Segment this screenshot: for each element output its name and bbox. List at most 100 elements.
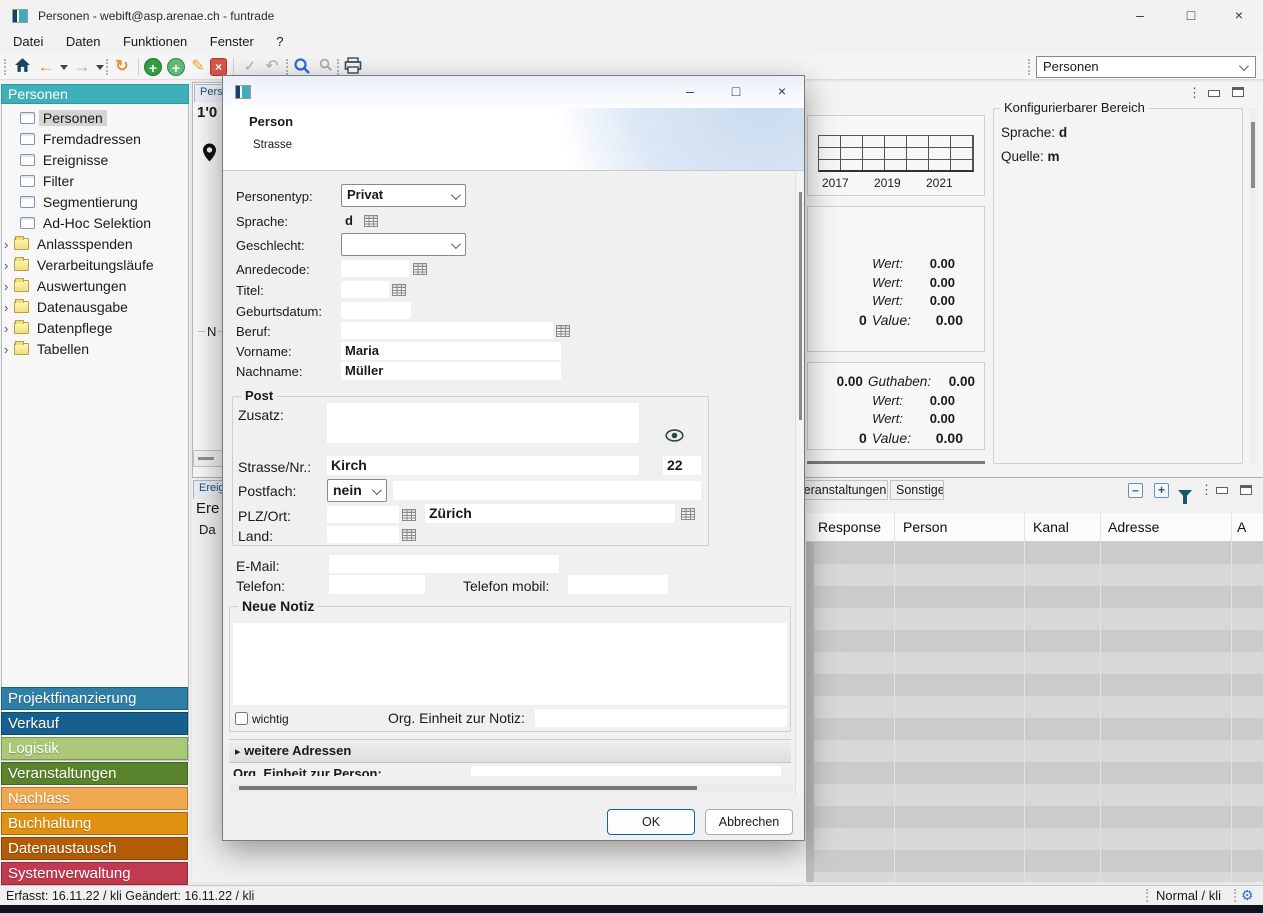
geburtsdatum-input[interactable] xyxy=(341,302,411,319)
add-special-icon[interactable]: + xyxy=(167,58,185,76)
forward-history-caret-icon[interactable] xyxy=(96,65,104,70)
filter-funnel-icon[interactable] xyxy=(1178,490,1192,498)
panel-minimize-icon[interactable] xyxy=(1216,487,1228,494)
delete-trash-icon[interactable]: × xyxy=(210,58,227,76)
email-input[interactable] xyxy=(329,555,559,573)
back-icon[interactable]: ← xyxy=(36,57,56,77)
settings-gear-icon[interactable]: ⚙ xyxy=(1241,887,1254,904)
panel-vertical-scrollbar[interactable] xyxy=(1249,108,1257,464)
telefon-mobil-input[interactable] xyxy=(568,575,668,594)
tree-item-auswertungen[interactable]: › Auswertungen xyxy=(4,276,186,296)
scrollbar-thumb[interactable] xyxy=(198,457,214,460)
menu-datei[interactable]: Datei xyxy=(4,32,52,51)
column-header-person[interactable]: Person xyxy=(903,519,947,535)
cancel-button[interactable]: Abbrechen xyxy=(705,809,793,835)
menu-daten[interactable]: Daten xyxy=(57,32,110,51)
scrollbar-thumb[interactable] xyxy=(799,192,802,420)
toolbar-grip[interactable] xyxy=(1028,59,1031,75)
postfach-nr-input[interactable] xyxy=(393,481,701,500)
postfach-select[interactable]: nein xyxy=(327,479,387,502)
expand-arrow-icon[interactable]: › xyxy=(4,277,14,297)
tree-item-tabellen[interactable]: › Tabellen xyxy=(4,339,186,359)
vorname-input[interactable]: Maria xyxy=(341,342,561,360)
sprache-value[interactable]: d xyxy=(345,213,353,228)
ort-input[interactable]: Zürich xyxy=(425,504,675,523)
panel-menu-dots-icon[interactable]: ⋮ xyxy=(1200,482,1213,498)
tree-item-anlassspenden[interactable]: › Anlassspenden xyxy=(4,234,186,254)
toolbar-grip[interactable] xyxy=(4,59,7,75)
table-body[interactable] xyxy=(806,542,1263,882)
expand-arrow-icon[interactable]: › xyxy=(4,319,14,339)
panel-minimize-icon[interactable] xyxy=(1208,90,1220,97)
zusatz-textarea[interactable] xyxy=(327,403,639,443)
undo-icon[interactable]: ↶ xyxy=(262,57,282,77)
menu-fenster[interactable]: Fenster xyxy=(201,32,263,51)
column-header-adresse[interactable]: Adresse xyxy=(1108,519,1159,535)
tree-item-personen[interactable]: Personen xyxy=(4,108,186,128)
notiz-textarea[interactable] xyxy=(233,623,787,705)
panel-maximize-icon[interactable] xyxy=(1240,485,1252,495)
module-nachlass[interactable]: Nachlass xyxy=(1,787,188,810)
refresh-icon[interactable]: ↻ xyxy=(112,57,132,77)
tree-item-datenausgabe[interactable]: › Datenausgabe xyxy=(4,297,186,317)
collapse-all-icon[interactable]: – xyxy=(1128,483,1143,498)
module-buchhaltung[interactable]: Buchhaltung xyxy=(1,812,188,835)
tree-item-segmentierung[interactable]: Segmentierung xyxy=(4,192,186,212)
dialog-vertical-scrollbar[interactable] xyxy=(795,172,804,796)
back-history-caret-icon[interactable] xyxy=(60,65,68,70)
search-icon[interactable] xyxy=(292,57,312,77)
menu-funktionen[interactable]: Funktionen xyxy=(114,32,196,51)
expand-arrow-icon[interactable]: › xyxy=(4,340,14,360)
forward-icon[interactable]: → xyxy=(72,57,92,77)
lookup-table-icon[interactable] xyxy=(413,262,427,274)
confirm-check-icon[interactable]: ✓ xyxy=(240,57,260,77)
dialog-horizontal-scrollbar[interactable] xyxy=(231,784,793,792)
panel-maximize-icon[interactable] xyxy=(1232,87,1244,97)
tree-item-datenpflege[interactable]: › Datenpflege xyxy=(4,318,186,338)
window-minimize-button[interactable]: – xyxy=(1117,0,1163,32)
nachname-input[interactable]: Müller xyxy=(341,362,561,380)
dialog-maximize-button[interactable]: □ xyxy=(715,76,757,108)
anredecode-input[interactable] xyxy=(341,260,409,277)
module-logistik[interactable]: Logistik xyxy=(1,737,188,760)
module-systemverwaltung[interactable]: Systemverwaltung xyxy=(1,862,188,885)
ok-button[interactable]: OK xyxy=(607,809,695,835)
lookup-table-icon[interactable] xyxy=(402,508,416,520)
toolbar-grip[interactable] xyxy=(337,59,340,75)
search-small-icon[interactable] xyxy=(315,57,335,77)
dialog-minimize-button[interactable]: – xyxy=(669,76,711,108)
strasse-input[interactable]: Kirch xyxy=(327,456,639,475)
titel-input[interactable] xyxy=(341,281,389,298)
beruf-input[interactable] xyxy=(341,322,553,339)
geschlecht-select[interactable] xyxy=(341,233,466,256)
column-header-response[interactable]: Response xyxy=(818,519,881,535)
lookup-table-icon[interactable] xyxy=(392,283,406,295)
module-veranstaltungen[interactable]: Veranstaltungen xyxy=(1,762,188,785)
weitere-adressen-expander[interactable]: ▸ weitere Adressen xyxy=(229,739,791,763)
column-header-a[interactable]: A xyxy=(1237,519,1246,535)
menu-help[interactable]: ? xyxy=(267,32,292,51)
clipped-row-input[interactable] xyxy=(471,766,781,776)
tree-item-verarbeitungslaeufe[interactable]: › Verarbeitungsläufe xyxy=(4,255,186,275)
edit-pencil-icon[interactable]: ✎ xyxy=(188,57,208,77)
workspace-selector[interactable]: Personen xyxy=(1036,56,1256,78)
tree-item-filter[interactable]: Filter xyxy=(4,171,186,191)
panel-horizontal-scrollbar[interactable] xyxy=(193,450,223,467)
expand-arrow-icon[interactable]: › xyxy=(4,298,14,318)
window-close-button[interactable]: × xyxy=(1216,0,1262,32)
module-datenaustausch[interactable]: Datenaustausch xyxy=(1,837,188,860)
panel-menu-dots-icon[interactable]: ⋮ xyxy=(1188,85,1201,101)
tab-personen-detail[interactable]: Pers xyxy=(194,84,224,102)
plz-input[interactable] xyxy=(327,506,399,523)
telefon-input[interactable] xyxy=(329,575,425,594)
window-maximize-button[interactable]: □ xyxy=(1168,0,1214,32)
lookup-table-icon[interactable] xyxy=(681,507,695,519)
toolbar-grip[interactable] xyxy=(286,59,289,75)
org-einheit-notiz-input[interactable] xyxy=(535,709,787,727)
land-input[interactable] xyxy=(327,526,399,543)
panel-scrollbar-thumb[interactable] xyxy=(807,461,985,464)
module-projektfinanzierung[interactable]: Projektfinanzierung xyxy=(1,687,188,710)
tab-sonstige[interactable]: Sonstige xyxy=(890,480,944,500)
toolbar-grip[interactable] xyxy=(106,59,109,75)
module-verkauf[interactable]: Verkauf xyxy=(1,712,188,735)
